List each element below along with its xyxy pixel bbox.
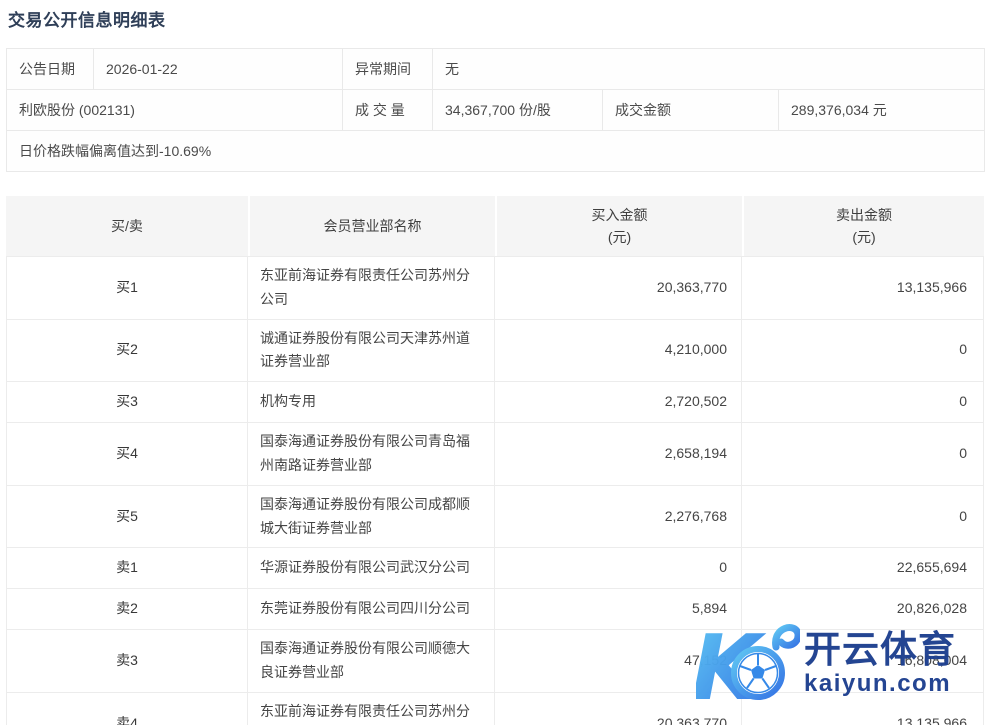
watermark-brand-text: 开云体育 <box>804 631 956 670</box>
sell-amount-cell: 22,655,694 <box>742 548 984 589</box>
page-title: 交易公开信息明细表 <box>0 0 990 31</box>
trade-disclosure-page: 交易公开信息明细表 公告日期 2026-01-22 异常期间 无 利欧股份 (0… <box>0 0 990 725</box>
buy-amount-cell: 2,720,502 <box>495 382 742 423</box>
side-cell: 买1 <box>6 256 248 320</box>
side-cell: 买4 <box>6 423 248 486</box>
summary-info-table: 公告日期 2026-01-22 异常期间 无 利欧股份 (002131) 成 交… <box>6 48 985 172</box>
volume-label: 成 交 量 <box>343 90 433 131</box>
column-header-buy: 买入金额 (元) <box>495 196 742 256</box>
broker-cell: 华源证券股份有限公司武汉分公司 <box>248 548 495 589</box>
deviation-note: 日价格跌幅偏离值达到-10.69% <box>7 131 985 172</box>
info-row-date: 公告日期 2026-01-22 异常期间 无 <box>7 49 985 90</box>
side-cell: 买5 <box>6 486 248 549</box>
info-row-stock: 利欧股份 (002131) 成 交 量 34,367,700 份/股 成交金额 … <box>7 90 985 131</box>
column-header-broker: 会员营业部名称 <box>248 196 495 256</box>
column-header-sell-unit: (元) <box>852 229 875 245</box>
stock-name: 利欧股份 (002131) <box>7 90 343 131</box>
broker-cell: 东亚前海证券有限责任公司苏州分公司 <box>248 693 495 725</box>
broker-cell: 国泰海通证券股份有限公司成都顺城大街证券营业部 <box>248 486 495 549</box>
table-row: 买2 诚通证券股份有限公司天津苏州道证券营业部 4,210,000 0 <box>6 320 984 383</box>
side-cell: 买3 <box>6 382 248 423</box>
column-header-buy-unit: (元) <box>608 229 631 245</box>
side-cell: 卖4 <box>6 693 248 725</box>
column-header-sell-label: 卖出金额 <box>836 207 892 223</box>
volume-value: 34,367,700 份/股 <box>433 90 603 131</box>
buy-amount-cell: 2,658,194 <box>495 423 742 486</box>
watermark-text-block: 开云体育 kaiyun.com <box>804 631 956 699</box>
sell-amount-cell: 0 <box>742 486 984 549</box>
table-row: 买5 国泰海通证券股份有限公司成都顺城大街证券营业部 2,276,768 0 <box>6 486 984 549</box>
table-header-row: 买/卖 会员营业部名称 买入金额 (元) 卖出金额 (元) <box>6 196 984 256</box>
buy-amount-cell: 0 <box>495 548 742 589</box>
abnormal-period-label: 异常期间 <box>343 49 433 90</box>
table-row: 买4 国泰海通证券股份有限公司青岛福州南路证券营业部 2,658,194 0 <box>6 423 984 486</box>
buy-amount-cell: 2,276,768 <box>495 486 742 549</box>
broker-cell: 机构专用 <box>248 382 495 423</box>
sell-amount-cell: 0 <box>742 320 984 383</box>
column-header-side-label: 买/卖 <box>111 218 143 234</box>
announce-date-value: 2026-01-22 <box>94 49 343 90</box>
sell-amount-cell: 0 <box>742 423 984 486</box>
side-cell: 卖1 <box>6 548 248 589</box>
table-row: 买3 机构专用 2,720,502 0 <box>6 382 984 423</box>
column-header-sell: 卖出金额 (元) <box>742 196 984 256</box>
table-row: 买1 东亚前海证券有限责任公司苏州分公司 20,363,770 13,135,9… <box>6 256 984 320</box>
column-header-buy-label: 买入金额 <box>592 207 648 223</box>
watermark-domain-text: kaiyun.com <box>804 670 951 699</box>
broker-cell: 诚通证券股份有限公司天津苏州道证券营业部 <box>248 320 495 383</box>
broker-cell: 国泰海通证券股份有限公司顺德大良证券营业部 <box>248 630 495 693</box>
buy-amount-cell: 4,210,000 <box>495 320 742 383</box>
column-header-broker-label: 会员营业部名称 <box>324 218 422 234</box>
buy-amount-cell: 20,363,770 <box>495 256 742 320</box>
broker-cell: 国泰海通证券股份有限公司青岛福州南路证券营业部 <box>248 423 495 486</box>
kaiyun-k-soccer-logo-icon: K <box>696 617 800 714</box>
side-cell: 买2 <box>6 320 248 383</box>
table-row: 卖1 华源证券股份有限公司武汉分公司 0 22,655,694 <box>6 548 984 589</box>
side-cell: 卖3 <box>6 630 248 693</box>
info-row-deviation: 日价格跌幅偏离值达到-10.69% <box>7 131 985 172</box>
turnover-label: 成交金额 <box>603 90 779 131</box>
column-header-side: 买/卖 <box>6 196 248 256</box>
sell-amount-cell: 0 <box>742 382 984 423</box>
announce-date-label: 公告日期 <box>7 49 94 90</box>
kaiyun-watermark-link[interactable]: K 开云体育 kaiyun.com <box>696 617 984 713</box>
sell-amount-cell: 13,135,966 <box>742 256 984 320</box>
turnover-value: 289,376,034 元 <box>779 90 985 131</box>
side-cell: 卖2 <box>6 589 248 630</box>
abnormal-period-value: 无 <box>433 49 985 90</box>
broker-cell: 东莞证券股份有限公司四川分公司 <box>248 589 495 630</box>
broker-cell: 东亚前海证券有限责任公司苏州分公司 <box>248 256 495 320</box>
